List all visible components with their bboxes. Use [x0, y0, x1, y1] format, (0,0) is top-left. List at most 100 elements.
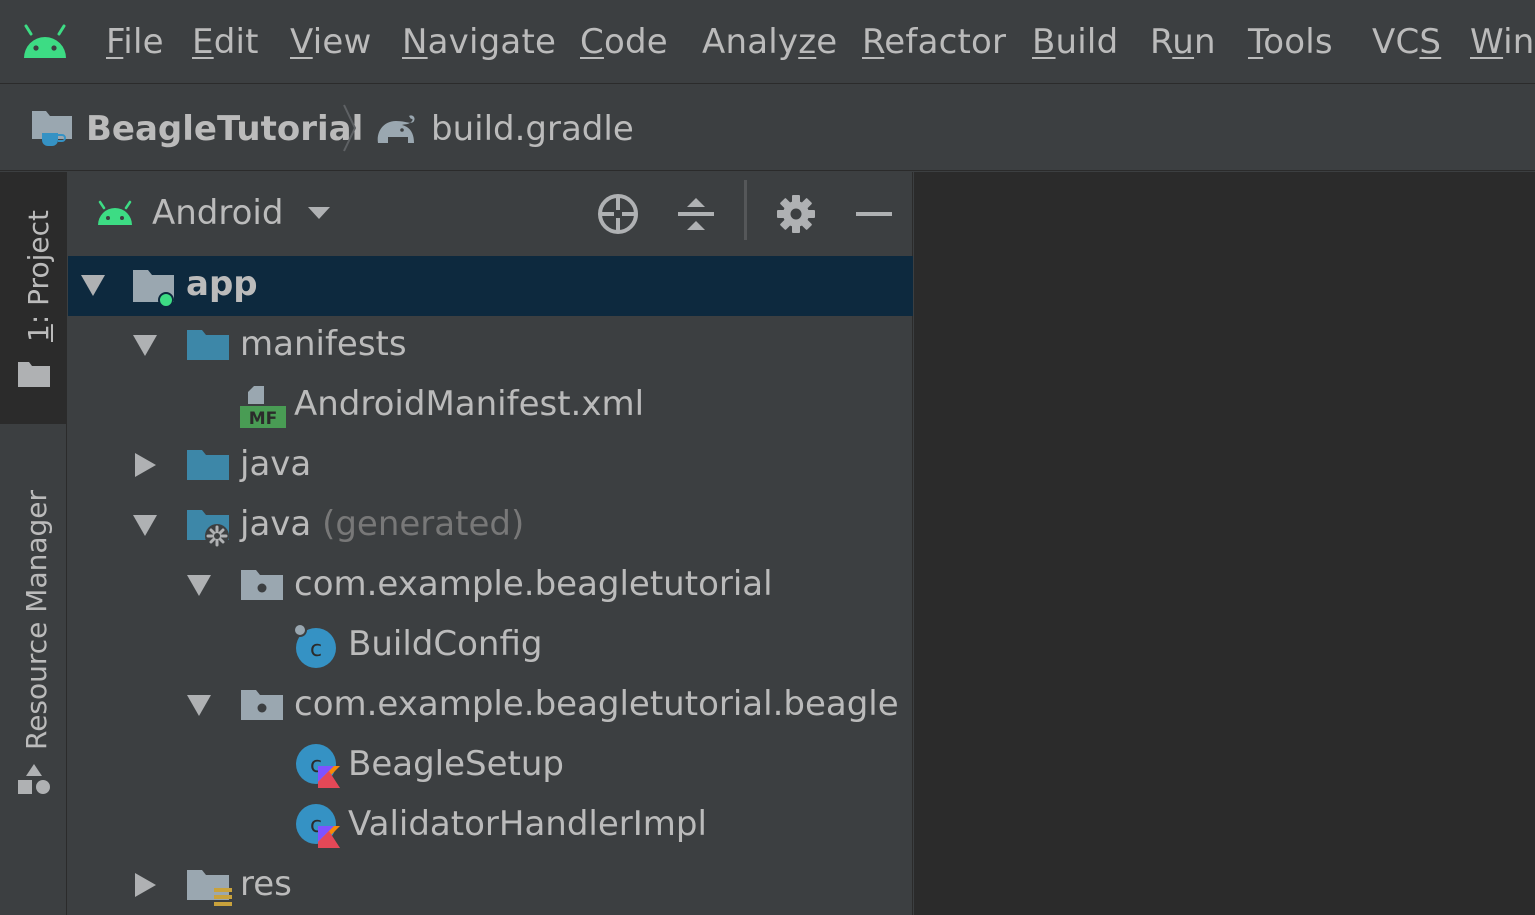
android-icon — [98, 200, 132, 225]
gradle-elephant-icon — [377, 115, 415, 143]
menu-tools-rest: ools — [1263, 22, 1333, 62]
svg-text:c: c — [310, 637, 322, 662]
module-folder-icon — [133, 270, 174, 308]
project-tool-tab[interactable]: 1: Project — [0, 172, 67, 424]
view-mode-label: Android — [152, 193, 284, 233]
tree-node-package[interactable]: com.example.beagletutorial — [68, 556, 913, 616]
menu-code-rest: ode — [603, 22, 668, 62]
menu-analyze[interactable]: Analyze — [702, 22, 837, 62]
menu-view-rest: iew — [312, 22, 372, 62]
chevron-down-icon[interactable] — [80, 272, 106, 298]
menu-navigate-mnemonic: N — [402, 22, 428, 62]
kotlin-class-icon: c — [296, 804, 340, 848]
menu-refactor[interactable]: Refactor — [862, 22, 1006, 62]
menu-edit[interactable]: Edit — [192, 22, 259, 62]
select-opened-file-button[interactable] — [594, 190, 642, 238]
menu-analyze-mnemonic: z — [798, 22, 817, 62]
menu-run-pre: R — [1150, 22, 1173, 62]
menu-navigate[interactable]: Navigate — [402, 22, 556, 62]
editor-area[interactable] — [914, 172, 1535, 915]
package-icon — [241, 570, 283, 600]
tree-node-android-manifest[interactable]: MF AndroidManifest.xml — [68, 376, 913, 436]
tree-label-java-generated: java (generated) — [240, 504, 524, 544]
breadcrumb-project[interactable]: BeagleTutorial — [86, 109, 363, 149]
chevron-down-icon[interactable] — [132, 512, 158, 538]
minimize-icon — [856, 212, 892, 216]
tree-node-beagle-setup[interactable]: c BeagleSetup — [68, 736, 913, 796]
tree-label-build-config: BuildConfig — [348, 624, 543, 664]
project-panel: Android app manifests MF AndroidManifest… — [68, 172, 913, 915]
tree-node-validator-handler[interactable]: c ValidatorHandlerImpl — [68, 796, 913, 856]
menu-window[interactable]: Win — [1470, 22, 1534, 62]
manifest-file-icon: MF — [240, 386, 286, 429]
menu-file-mnemonic: F — [106, 22, 124, 62]
menu-build-mnemonic: B — [1032, 22, 1056, 62]
breadcrumb-file[interactable]: build.gradle — [431, 109, 634, 149]
tree-label-res: res — [240, 864, 292, 904]
project-tree: app manifests MF AndroidManifest.xml jav… — [68, 256, 913, 915]
crosshair-icon — [598, 194, 638, 234]
project-tab-label: 1: Project — [22, 210, 55, 342]
menu-code[interactable]: Code — [580, 22, 668, 62]
menu-file[interactable]: File — [106, 22, 164, 62]
tree-node-package-beagle[interactable]: com.example.beagletutorial.beagle — [68, 676, 913, 736]
menu-view-mnemonic: V — [290, 22, 313, 62]
menu-edit-rest: dit — [213, 22, 259, 62]
tree-node-build-config[interactable]: c BuildConfig — [68, 616, 913, 676]
resource-manager-tab[interactable]: Resource Manager — [20, 490, 53, 750]
hide-panel-button[interactable] — [850, 190, 898, 238]
tree-label-java-generated-suffix: (generated) — [322, 504, 525, 544]
menu-build[interactable]: Build — [1032, 22, 1118, 62]
menu-view[interactable]: View — [290, 22, 372, 62]
tree-label-android-manifest: AndroidManifest.xml — [294, 384, 645, 424]
tree-label-validator-handler: ValidatorHandlerImpl — [348, 804, 707, 844]
settings-button[interactable] — [772, 190, 820, 238]
menu-vcs-mnemonic: S — [1419, 22, 1442, 62]
chevron-down-icon[interactable] — [186, 692, 212, 718]
menu-run-rest: n — [1194, 22, 1216, 62]
generated-folder-icon — [187, 510, 229, 548]
android-icon — [24, 24, 66, 58]
project-tab-text: : Project — [22, 210, 55, 325]
menu-window-mnemonic: W — [1470, 22, 1504, 62]
chevron-right-icon[interactable] — [132, 452, 158, 478]
menu-analyze-rest: e — [816, 22, 838, 62]
gear-icon — [777, 195, 815, 233]
menu-tools-mnemonic: T — [1248, 22, 1264, 62]
tree-label-beagle-setup: BeagleSetup — [348, 744, 564, 784]
tree-label-package-beagle: com.example.beagletutorial.beagle — [294, 684, 899, 724]
menu-analyze-pre: Analy — [702, 22, 799, 62]
collapse-all-icon — [678, 198, 714, 230]
tree-label-app: app — [186, 264, 258, 304]
tree-node-java-generated[interactable]: java (generated) — [68, 496, 913, 556]
folder-icon — [187, 450, 229, 480]
project-folder-icon — [32, 111, 72, 146]
folder-icon — [18, 362, 50, 387]
chevron-down-icon[interactable] — [132, 332, 158, 358]
tree-node-res[interactable]: res — [68, 856, 913, 915]
tree-label-java: java — [240, 444, 312, 484]
menu-refactor-mnemonic: R — [862, 22, 885, 62]
tree-node-manifests[interactable]: manifests — [68, 316, 913, 376]
chevron-down-icon[interactable] — [186, 572, 212, 598]
project-tab-mnemonic: 1 — [22, 324, 55, 342]
tree-node-app[interactable]: app — [68, 256, 913, 316]
class-icon: c — [293, 623, 336, 668]
tool-window-stripe: 1: Project Resource Manager — [0, 172, 67, 915]
chevron-down-icon — [308, 207, 331, 219]
package-icon — [241, 690, 283, 720]
chevron-right-icon[interactable] — [132, 872, 158, 898]
navigation-bar: BeagleTutorial build.gradle — [0, 85, 1535, 171]
menu-tools[interactable]: Tools — [1248, 22, 1333, 62]
menu-vcs[interactable]: VCS — [1372, 22, 1441, 62]
menu-run[interactable]: Run — [1150, 22, 1216, 62]
view-mode-dropdown[interactable]: Android — [96, 190, 331, 236]
breadcrumb-separator-icon — [343, 104, 357, 152]
kotlin-class-icon: c — [296, 744, 340, 788]
menu-window-rest: in — [1503, 22, 1535, 62]
tree-label-java-generated-name: java — [240, 504, 312, 544]
collapse-all-button[interactable] — [672, 190, 720, 238]
tree-node-java[interactable]: java — [68, 436, 913, 496]
header-divider — [744, 180, 747, 240]
menu-build-rest: uild — [1055, 22, 1119, 62]
